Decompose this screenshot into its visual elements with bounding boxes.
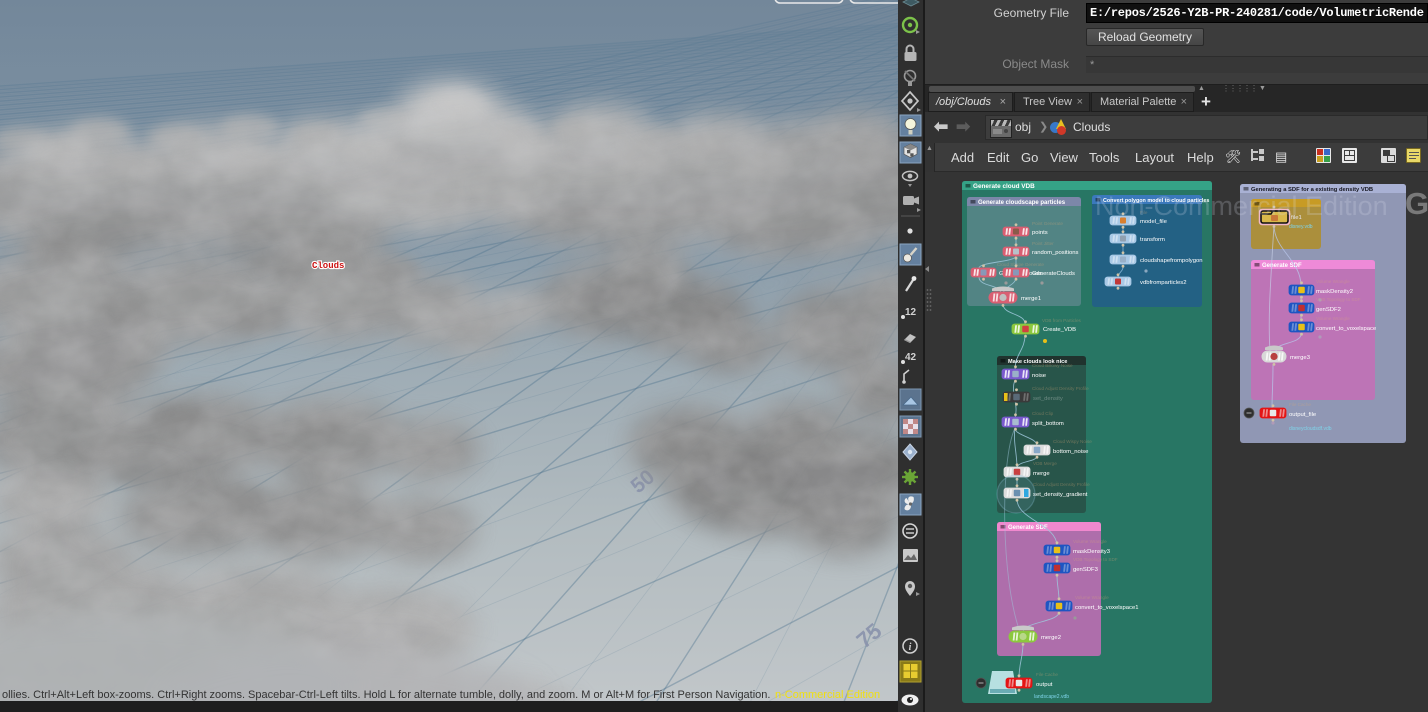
svg-text:convert_to_voxelspace: convert_to_voxelspace [1316,326,1377,332]
svg-text:GenerateClouds: GenerateClouds [1032,271,1075,277]
svg-text:genSDF3: genSDF3 [1073,567,1099,573]
svg-text:Cloud Billowy Noise: Cloud Billowy Noise [1032,363,1073,368]
svg-text:G: G [1405,186,1428,221]
svg-text:split_bottom: split_bottom [1032,421,1064,427]
svg-text:12: 12 [905,307,917,318]
svg-text:vdbfromparticles2: vdbfromparticles2 [1140,280,1187,286]
svg-text:Cloud Shape Generate: Cloud Shape Generate [997,262,1044,267]
svg-text:VDB Merge: VDB Merge [1033,461,1057,466]
svg-text:landscape2.vdb: landscape2.vdb [1034,694,1069,700]
svg-text:Generate cloud VDB: Generate cloud VDB [973,183,1035,190]
svg-text:VDB Topology to SDF: VDB Topology to SDF [1073,557,1118,562]
svg-text:Cloud Adjust Density Profile: Cloud Adjust Density Profile [1033,482,1090,487]
svg-text:Volume Wrangle: Volume Wrangle [1075,595,1109,600]
svg-text:bottom_noise: bottom_noise [1053,449,1089,455]
svg-text:42: 42 [905,352,917,363]
svg-text:points: points [1032,230,1048,236]
svg-text:Non-Commercial Edition: Non-Commercial Edition [1095,191,1388,221]
svg-text:disney.vdb: disney.vdb [1289,224,1313,230]
svg-text:i: i [909,642,912,653]
svg-text:Volume Wrangle: Volume Wrangle [1316,316,1350,321]
svg-text:Clouds: Clouds [312,261,344,271]
svg-text:VDB Topology to SDF: VDB Topology to SDF [1316,297,1361,302]
svg-text:n-Commercial Edition: n-Commercial Edition [775,689,880,701]
svg-text:Point Jitter: Point Jitter [1032,241,1054,246]
svg-text:transform: transform [1140,237,1165,243]
svg-text:Volume Wrangle: Volume Wrangle [1073,539,1107,544]
svg-text:output_file: output_file [1289,412,1317,418]
svg-text:merge3: merge3 [1290,355,1311,361]
svg-text:Generate cloudscape particles: Generate cloudscape particles [978,200,1066,206]
svg-text:merge1: merge1 [1021,296,1041,302]
svg-text:convert_to_voxelspace1: convert_to_voxelspace1 [1075,605,1139,611]
svg-text:File Cache: File Cache [1036,672,1058,677]
svg-text:ollies. Ctrl+Alt+Left box-zoom: ollies. Ctrl+Alt+Left box-zooms. Ctrl+Ri… [2,689,770,701]
svg-text:Cloud Clip: Cloud Clip [1032,411,1054,416]
svg-text:genSDF2: genSDF2 [1316,307,1341,313]
svg-text:set_density_gradient: set_density_gradient [1033,492,1088,498]
svg-text:set_density: set_density [1033,396,1063,402]
svg-text:output: output [1036,682,1053,688]
svg-text:noise: noise [1032,373,1047,379]
svg-text:random_positions: random_positions [1032,250,1079,256]
svg-text:Cloud Adjust Density Profile: Cloud Adjust Density Profile [1032,386,1089,391]
svg-text:maskDensity3: maskDensity3 [1073,549,1111,555]
svg-text:cloudshapefrompolygon: cloudshapefrompolygon [1140,258,1203,264]
svg-text:Cloud Wispy Noise: Cloud Wispy Noise [1053,439,1092,444]
svg-text:File Cache: File Cache [1289,402,1311,407]
svg-text:merge: merge [1033,471,1050,477]
svg-text:disneycloudsdf.vdb: disneycloudsdf.vdb [1289,426,1332,432]
svg-text:Volume Wrangle: Volume Wrangle [1316,279,1350,284]
svg-text:VDB from Particles: VDB from Particles [1042,318,1082,323]
svg-text:merge2: merge2 [1041,635,1061,641]
svg-text:Create_VDB: Create_VDB [1043,327,1076,333]
svg-text:Point Generate: Point Generate [1032,221,1063,226]
svg-text:maskDensity2: maskDensity2 [1316,289,1353,295]
